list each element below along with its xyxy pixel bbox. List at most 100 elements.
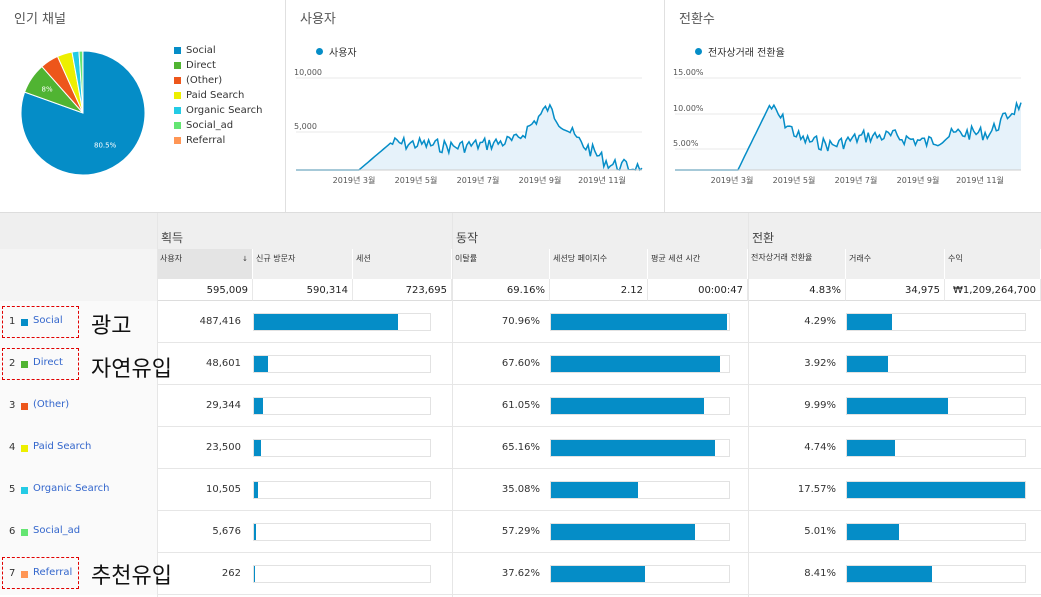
legend-item[interactable]: Organic Search xyxy=(174,103,262,118)
conversion-bar xyxy=(847,398,948,414)
legend-swatch-icon xyxy=(174,137,181,144)
conversion-bar xyxy=(847,566,932,582)
bounce-bar-track xyxy=(550,481,730,499)
bounce-bar xyxy=(551,314,727,330)
col-ecommerce-conversion-rate[interactable]: 전자상거래 전환율 xyxy=(748,249,846,279)
bounce-rate-value: 67.60% xyxy=(501,358,540,369)
total-ecommerce-conversion-rate: 4.83% xyxy=(748,279,846,301)
total-users: 595,009 xyxy=(157,279,253,301)
users-line-chart: 10,000 5,000 2019년 3월 2019년 5월 2019년 7월 2019년… xyxy=(294,68,643,185)
channel-link[interactable]: (Other) xyxy=(33,399,69,410)
col-ecommerce-conversion-rate-label: 전자상거래 전환율 xyxy=(751,253,813,262)
x-tick-label: 2019년 5월 xyxy=(395,175,438,185)
legend-swatch-icon xyxy=(174,62,181,69)
col-revenue[interactable]: 수익 xyxy=(945,249,1041,279)
annotation-box-direct xyxy=(2,348,79,380)
group-behavior-title: 동작 xyxy=(456,231,479,245)
bounce-rate-value: 57.29% xyxy=(501,526,540,537)
col-transactions-label: 거래수 xyxy=(849,254,872,263)
conversion-rate-value: 5.01% xyxy=(804,526,836,537)
column-divider xyxy=(157,213,158,597)
x-tick-label: 2019년 11월 xyxy=(956,175,1004,185)
users-bar-track xyxy=(253,439,431,457)
conversion-rate-value: 3.92% xyxy=(804,358,836,369)
conversion-rate-value: 4.74% xyxy=(804,442,836,453)
col-users[interactable]: 사용자 ↓ xyxy=(157,249,253,279)
users-bar xyxy=(254,482,258,498)
bounce-bar xyxy=(551,440,715,456)
col-bounce-rate[interactable]: 이탈률 xyxy=(452,249,550,279)
conversion-series-legend: 전자상거래 전환율 xyxy=(695,44,785,59)
col-sessions[interactable]: 세션 xyxy=(353,249,452,279)
bounce-bar-track xyxy=(550,523,730,541)
col-new-users[interactable]: 신규 방문자 xyxy=(253,249,353,279)
legend-item[interactable]: Social_ad xyxy=(174,118,262,133)
bounce-bar-track xyxy=(550,397,730,415)
conversion-bar-track xyxy=(846,397,1026,415)
conversion-bar xyxy=(847,482,1025,498)
channel-table: 획득 동작 전환 사용자 ↓ 신규 방문자 세션 이탈률 세션당 페이지수 평균… xyxy=(0,212,1041,597)
bounce-rate-value: 65.16% xyxy=(501,442,540,453)
channel-link[interactable]: Paid Search xyxy=(33,441,91,452)
users-bar-track xyxy=(253,481,431,499)
y-tick-label: 10.00% xyxy=(673,104,704,113)
col-new-users-label: 신규 방문자 xyxy=(256,254,296,263)
users-series-legend: 사용자 xyxy=(316,44,357,59)
x-tick-label: 2019년 7월 xyxy=(457,175,500,185)
y-tick-label: 15.00% xyxy=(673,68,704,77)
legend-item[interactable]: Direct xyxy=(174,58,262,73)
total-transactions: 34,975 xyxy=(846,279,945,301)
bounce-rate-value: 37.62% xyxy=(501,568,540,579)
group-acquisition: 획득 xyxy=(157,213,452,249)
group-conversion: 전환 xyxy=(748,213,1041,249)
sort-desc-icon: ↓ xyxy=(242,255,248,263)
legend-item[interactable]: (Other) xyxy=(174,73,262,88)
pie-slice-label: 8% xyxy=(41,86,52,94)
series-dot-icon xyxy=(695,48,702,55)
conversion-bar xyxy=(847,440,895,456)
group-behavior: 동작 xyxy=(452,213,748,249)
annotation-box-social xyxy=(2,306,79,338)
x-tick-label: 2019년 7월 xyxy=(835,175,878,185)
users-bar xyxy=(254,398,263,414)
conversion-line-chart: 15.00% 10.00% 5.00% 2019년 3월 2019년 5월 2019년 7… xyxy=(673,68,1022,185)
col-avg-session-duration-label: 평균 세션 시간 xyxy=(651,254,701,263)
row-number: 5 xyxy=(9,484,16,495)
annotation-box-referral xyxy=(2,557,79,589)
col-transactions[interactable]: 거래수 xyxy=(846,249,945,279)
users-panel: 사용자 사용자 10,000 5,000 2019년 3월 2019년 5월 2019년… xyxy=(286,0,665,212)
table-corner xyxy=(0,213,157,249)
x-tick-label: 2019년 9월 xyxy=(897,175,940,185)
channel-link[interactable]: Social_ad xyxy=(33,525,80,536)
top-channels-panel: 인기 채널 80.5% 8% Social Direct (Other) Paid Se… xyxy=(0,0,286,212)
annotation-ad: 광고 xyxy=(91,314,132,339)
users-value: 23,500 xyxy=(206,442,241,453)
x-tick-label: 2019년 11월 xyxy=(578,175,626,185)
conversion-bar xyxy=(847,524,899,540)
bounce-bar xyxy=(551,482,638,498)
channel-color-icon xyxy=(21,403,28,410)
users-bar xyxy=(254,566,255,582)
legend-item[interactable]: Social xyxy=(174,43,262,58)
x-tick-label: 2019년 5월 xyxy=(773,175,816,185)
channel-link[interactable]: Organic Search xyxy=(33,483,109,494)
group-acquisition-title: 획득 xyxy=(161,231,184,245)
legend-label: Referral xyxy=(186,135,226,146)
users-value: 5,676 xyxy=(212,526,241,537)
annotation-referral: 추천유입 xyxy=(91,564,172,589)
legend-item[interactable]: Paid Search xyxy=(174,88,262,103)
bounce-bar xyxy=(551,356,720,372)
users-value: 10,505 xyxy=(206,484,241,495)
conversion-bar-track xyxy=(846,355,1026,373)
legend-item[interactable]: Referral xyxy=(174,133,262,148)
y-tick-label: 5.00% xyxy=(673,139,699,148)
row-number: 4 xyxy=(9,442,16,453)
col-avg-session-duration[interactable]: 평균 세션 시간 xyxy=(648,249,748,279)
table-corner-lower xyxy=(0,249,157,301)
conversion-series-name: 전자상거래 전환율 xyxy=(708,48,785,59)
bounce-bar-track xyxy=(550,439,730,457)
col-pages-per-session[interactable]: 세션당 페이지수 xyxy=(550,249,648,279)
bounce-bar-track xyxy=(550,313,730,331)
users-series-name: 사용자 xyxy=(329,48,357,59)
conversions-panel-title: 전환수 xyxy=(679,12,715,27)
